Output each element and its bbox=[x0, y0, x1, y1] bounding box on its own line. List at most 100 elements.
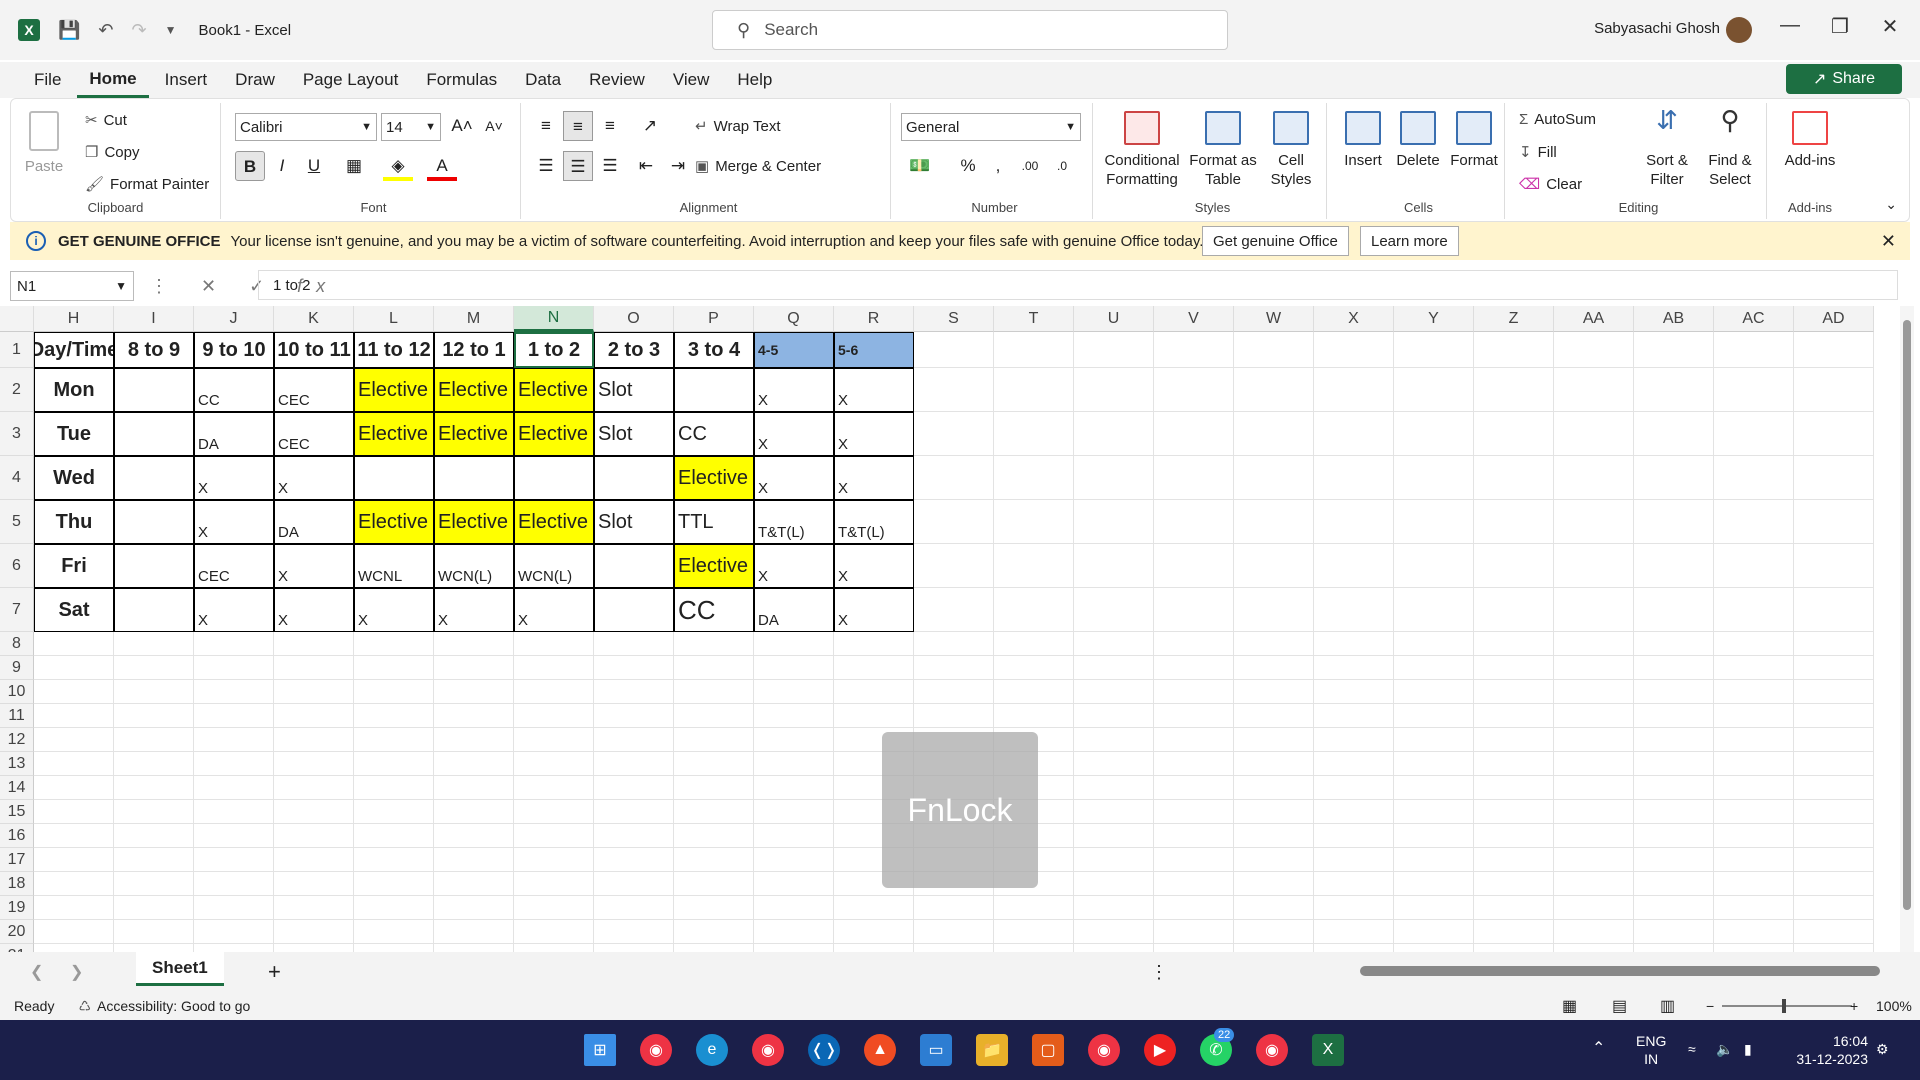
column-header[interactable]: P bbox=[674, 306, 754, 332]
grid-cell[interactable] bbox=[514, 752, 594, 776]
table-cell[interactable]: 5-6 bbox=[834, 332, 914, 368]
grid-cell[interactable] bbox=[834, 896, 914, 920]
grid-cell[interactable] bbox=[1314, 872, 1394, 896]
minimize-icon[interactable]: — bbox=[1770, 14, 1810, 37]
tab-page-layout[interactable]: Page Layout bbox=[291, 62, 410, 98]
grid-cell[interactable] bbox=[1074, 728, 1154, 752]
grid-cell[interactable] bbox=[994, 704, 1074, 728]
grid-cell[interactable] bbox=[514, 680, 594, 704]
table-cell[interactable]: X bbox=[754, 456, 834, 500]
grid-cell[interactable] bbox=[1474, 456, 1554, 500]
grid-cell[interactable] bbox=[1634, 920, 1714, 944]
grid-cell[interactable] bbox=[1474, 872, 1554, 896]
normal-view-icon[interactable]: ▦ bbox=[1562, 996, 1577, 1016]
grid-cell[interactable] bbox=[194, 896, 274, 920]
merge-center-button[interactable]: ▣ Merge & Center bbox=[695, 157, 821, 175]
column-header[interactable]: Z bbox=[1474, 306, 1554, 332]
grid-cell[interactable] bbox=[994, 500, 1074, 544]
grid-cell[interactable] bbox=[1554, 588, 1634, 632]
format-as-table-button[interactable]: Format as Table bbox=[1187, 111, 1259, 189]
grid-cell[interactable] bbox=[1634, 800, 1714, 824]
table-cell[interactable]: X bbox=[834, 368, 914, 412]
table-cell[interactable]: 2 to 3 bbox=[594, 332, 674, 368]
grid-cell[interactable] bbox=[434, 800, 514, 824]
table-cell[interactable]: DA bbox=[274, 500, 354, 544]
grid-cell[interactable] bbox=[194, 944, 274, 952]
table-cell[interactable]: Elective bbox=[354, 500, 434, 544]
column-header[interactable]: Q bbox=[754, 306, 834, 332]
grid-cell[interactable] bbox=[1154, 800, 1234, 824]
grid-cell[interactable] bbox=[674, 680, 754, 704]
table-cell[interactable] bbox=[114, 500, 194, 544]
grid-cell[interactable] bbox=[914, 332, 994, 368]
next-sheet-icon[interactable]: ❯ bbox=[70, 962, 83, 982]
italic-button[interactable]: I bbox=[267, 151, 297, 181]
zoom-out-icon[interactable]: − bbox=[1706, 998, 1714, 1014]
grid-cell[interactable] bbox=[274, 776, 354, 800]
media-player-icon[interactable]: ▶ bbox=[1144, 1034, 1176, 1066]
grid-cell[interactable] bbox=[1554, 544, 1634, 588]
grid-cell[interactable] bbox=[1314, 500, 1394, 544]
chrome-user-icon[interactable]: ◉ bbox=[1256, 1034, 1288, 1066]
row-header[interactable]: 3 bbox=[0, 412, 34, 456]
row-header[interactable]: 19 bbox=[0, 896, 34, 920]
grid-cell[interactable] bbox=[674, 848, 754, 872]
close-icon[interactable]: ✕ bbox=[1881, 231, 1896, 252]
grid-cell[interactable] bbox=[754, 632, 834, 656]
fill-color-icon[interactable]: ◈ bbox=[383, 151, 413, 181]
grid-cell[interactable] bbox=[834, 632, 914, 656]
grid-cell[interactable] bbox=[754, 704, 834, 728]
grid-cell[interactable] bbox=[914, 896, 994, 920]
grid-cell[interactable] bbox=[34, 728, 114, 752]
grid-cell[interactable] bbox=[194, 920, 274, 944]
grid-cell[interactable] bbox=[1074, 656, 1154, 680]
grid-cell[interactable] bbox=[1554, 872, 1634, 896]
column-header[interactable]: V bbox=[1154, 306, 1234, 332]
row-header[interactable]: 1 bbox=[0, 332, 34, 368]
grid-cell[interactable] bbox=[594, 824, 674, 848]
grid-cell[interactable] bbox=[1154, 824, 1234, 848]
prev-sheet-icon[interactable]: ❮ bbox=[30, 962, 43, 982]
table-cell[interactable]: 8 to 9 bbox=[114, 332, 194, 368]
grid-cell[interactable] bbox=[1154, 872, 1234, 896]
grid-cell[interactable] bbox=[194, 848, 274, 872]
grid-cell[interactable] bbox=[1794, 368, 1874, 412]
grid-cell[interactable] bbox=[1314, 656, 1394, 680]
grid-cell[interactable] bbox=[1554, 776, 1634, 800]
table-cell[interactable]: Slot bbox=[594, 368, 674, 412]
grid-cell[interactable] bbox=[1634, 944, 1714, 952]
grid-cell[interactable] bbox=[1794, 728, 1874, 752]
grid-cell[interactable] bbox=[1074, 632, 1154, 656]
row-header[interactable]: 7 bbox=[0, 588, 34, 632]
grid-cell[interactable] bbox=[754, 656, 834, 680]
grid-cell[interactable] bbox=[1714, 368, 1794, 412]
table-cell[interactable]: 12 to 1 bbox=[434, 332, 514, 368]
grid-cell[interactable] bbox=[1554, 632, 1634, 656]
grid-cell[interactable] bbox=[1474, 544, 1554, 588]
more-options-icon[interactable]: ⋮ bbox=[1150, 962, 1168, 983]
grid-cell[interactable] bbox=[1314, 588, 1394, 632]
column-header[interactable]: U bbox=[1074, 306, 1154, 332]
grid-cell[interactable] bbox=[1474, 800, 1554, 824]
grid-cell[interactable] bbox=[354, 800, 434, 824]
grid-cell[interactable] bbox=[1474, 848, 1554, 872]
grid-cell[interactable] bbox=[1714, 728, 1794, 752]
copy-button[interactable]: ❐ Copy bbox=[85, 143, 139, 161]
column-header[interactable]: H bbox=[34, 306, 114, 332]
grid-cell[interactable] bbox=[514, 920, 594, 944]
grid-cell[interactable] bbox=[994, 632, 1074, 656]
column-header[interactable]: S bbox=[914, 306, 994, 332]
grid-cell[interactable] bbox=[834, 680, 914, 704]
app-icon[interactable]: ▭ bbox=[920, 1034, 952, 1066]
grid-cell[interactable] bbox=[1314, 752, 1394, 776]
grid-cell[interactable] bbox=[1474, 896, 1554, 920]
grid-cell[interactable] bbox=[1314, 728, 1394, 752]
grid-cell[interactable] bbox=[354, 920, 434, 944]
row-header[interactable]: 6 bbox=[0, 544, 34, 588]
grid-cell[interactable] bbox=[1074, 368, 1154, 412]
grid-cell[interactable] bbox=[1154, 752, 1234, 776]
grid-cell[interactable] bbox=[434, 920, 514, 944]
grid-cell[interactable] bbox=[1554, 800, 1634, 824]
grid-cell[interactable] bbox=[1474, 920, 1554, 944]
grid-cell[interactable] bbox=[674, 632, 754, 656]
